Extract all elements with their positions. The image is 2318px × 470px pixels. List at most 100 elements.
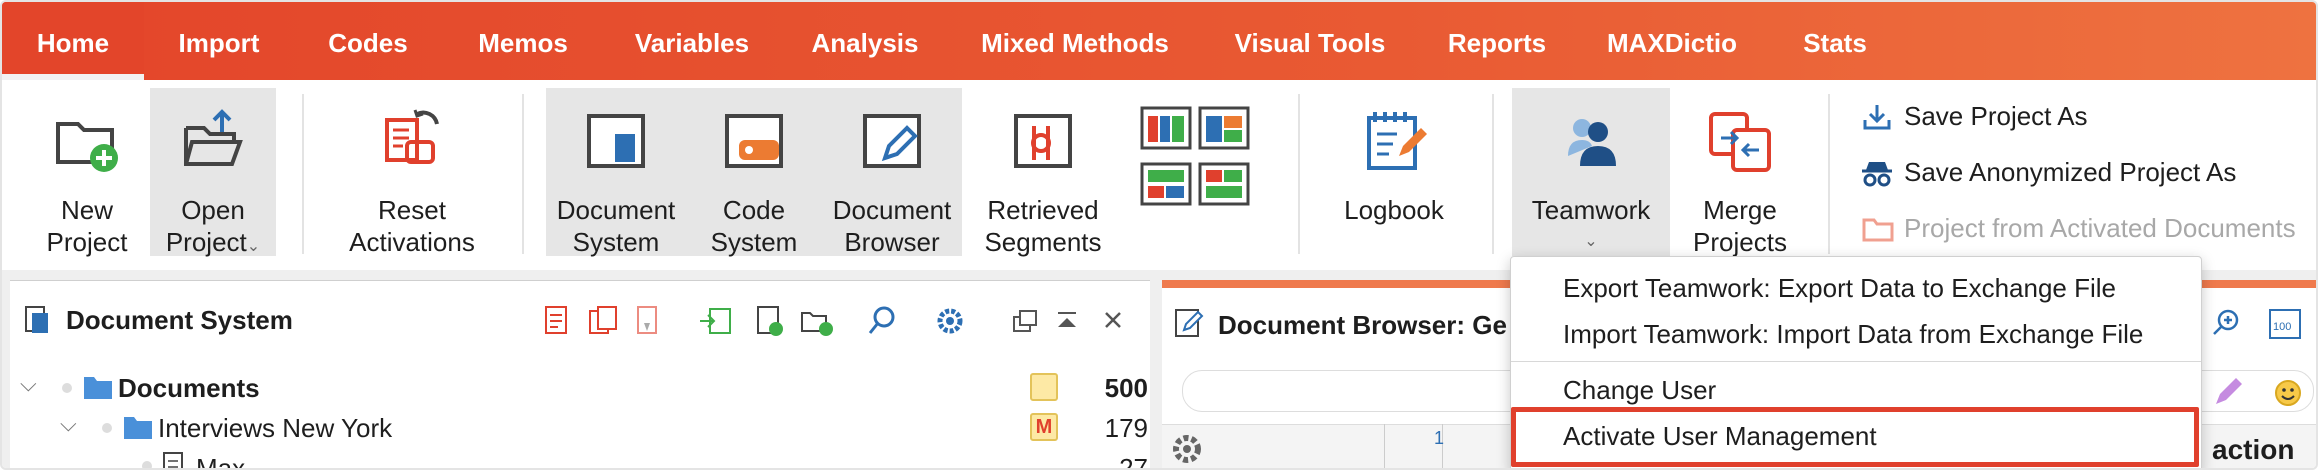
menu-item-change-user[interactable]: Change User <box>1563 375 1716 406</box>
document-browser-label-1: Document <box>832 195 952 225</box>
chevron-down-icon[interactable]: ⌵ <box>60 411 77 437</box>
highlighter-icon <box>2216 378 2242 404</box>
memo-icon[interactable] <box>1030 373 1058 401</box>
new-doc-group-icon <box>801 312 833 336</box>
document-system-toolbar <box>545 306 1121 336</box>
teamwork-button[interactable]: Teamwork ⌄ <box>1512 88 1670 256</box>
code-system-button[interactable]: Code System <box>686 88 822 257</box>
tab-home[interactable]: Home <box>2 2 144 80</box>
folder-icon <box>124 417 152 439</box>
status-dot <box>62 383 72 393</box>
merge-projects-label-1: Merge <box>1703 195 1777 225</box>
save-anonymized-label: Save Anonymized Project As <box>1904 157 2237 187</box>
retrieved-segments-label-1: Retrieved <box>987 195 1099 225</box>
open-project-button[interactable]: Open Project⌄ <box>150 88 276 257</box>
reset-activations-label-1: Reset <box>378 195 446 225</box>
app-window: Home Import Codes Memos Variables Analys… <box>0 0 2318 470</box>
ribbon-separator <box>1828 94 1830 254</box>
tab-reports[interactable]: Reports <box>1432 2 1562 80</box>
memo-icon[interactable]: M <box>1030 413 1058 441</box>
layout-1-icon <box>1140 106 1192 150</box>
highlight-box <box>1511 407 2199 467</box>
document-browser-icon <box>1175 309 1204 337</box>
layout-2-icon <box>1198 106 1250 150</box>
open-folder-icon <box>184 109 243 166</box>
new-doc-icon <box>757 306 783 336</box>
save-anonymized-button[interactable]: Save Anonymized Project As <box>1860 152 2300 192</box>
tab-codes[interactable]: Codes <box>306 2 430 80</box>
document-system-label-1: Document <box>556 195 676 225</box>
count-interviews: 179 <box>1104 413 1148 443</box>
reset-activations-label-2: Activations <box>349 227 475 257</box>
open-project-label-1: Open <box>181 195 245 225</box>
search-icon <box>868 306 895 334</box>
tree-row-interviews[interactable]: Interviews New York <box>158 413 392 444</box>
menu-item-export-teamwork[interactable]: Export Teamwork: Export Data to Exchange… <box>1563 273 2116 304</box>
project-from-activated-button[interactable]: Project from Activated Documents <box>1860 208 2310 248</box>
menu-divider <box>1511 361 2201 362</box>
document-browser-button[interactable]: Document Browser <box>822 88 962 257</box>
zoom-100-icon: 100 <box>2269 309 2301 339</box>
tab-analysis[interactable]: Analysis <box>794 2 936 80</box>
document-system-label-2: System <box>572 227 660 257</box>
logbook-icon <box>1367 112 1427 170</box>
project-from-activated-label: Project from Activated Documents <box>1904 213 2296 243</box>
zoom-in-icon <box>2213 309 2239 335</box>
retrieved-segments-icon <box>1014 114 1072 168</box>
tab-maxdictio[interactable]: MAXDictio <box>1592 2 1752 80</box>
retrieved-segments-button[interactable]: Retrieved Segments <box>968 88 1118 257</box>
anonymize-icon <box>1862 162 1892 187</box>
save-project-as-button[interactable]: Save Project As <box>1860 96 2300 136</box>
chevron-down-icon: ⌄ <box>1584 233 1598 250</box>
layout-3-icon <box>1140 162 1192 206</box>
new-project-button[interactable]: New Project <box>22 88 152 257</box>
text-fragment: action <box>2212 434 2295 465</box>
ribbon-separator <box>1298 94 1300 254</box>
gear-icon <box>937 308 963 334</box>
tab-import[interactable]: Import <box>154 2 284 80</box>
new-folder-icon <box>56 122 118 172</box>
retrieved-segments-label-2: Segments <box>984 227 1102 257</box>
collapse-icon <box>1058 312 1076 327</box>
chevron-down-icon: ⌄ <box>246 238 261 255</box>
tab-memos[interactable]: Memos <box>458 2 588 80</box>
reset-activations-button[interactable]: Reset Activations <box>322 88 502 257</box>
save-project-as-label: Save Project As <box>1904 101 2088 131</box>
ribbon-separator <box>1492 94 1494 254</box>
document-system-icon <box>25 306 48 333</box>
count-documents: 500 <box>1104 373 1148 403</box>
emoji-icon <box>2275 380 2301 406</box>
tree-row-max[interactable]: Max <box>196 453 245 468</box>
reset-activations-icon <box>385 109 439 164</box>
line-number: 1 <box>1434 428 1445 448</box>
folder-icon <box>84 377 112 399</box>
logbook-button[interactable]: Logbook <box>1318 88 1470 256</box>
tree-row-documents[interactable]: Documents <box>118 373 260 404</box>
count-max: 27 <box>1119 453 1148 470</box>
svg-text:100: 100 <box>2273 321 2291 333</box>
ribbon-separator <box>522 94 524 254</box>
new-project-label-1: New <box>60 195 113 225</box>
code-system-label-1: Code <box>722 195 786 225</box>
document-browser-label-2: Browser <box>844 227 940 257</box>
close-icon <box>1105 312 1121 328</box>
gear-icon[interactable] <box>1170 432 1204 466</box>
merge-projects-label-2: Projects <box>1693 227 1787 257</box>
document-system-button[interactable]: Document System <box>546 88 686 257</box>
filter-docs-icon <box>637 306 657 334</box>
chevron-down-icon[interactable]: ⌵ <box>20 371 37 397</box>
menu-item-import-teamwork[interactable]: Import Teamwork: Import Data from Exchan… <box>1563 319 2143 350</box>
browser-toolbar: 100 <box>2213 309 2301 339</box>
open-project-label-2: Project <box>165 227 247 257</box>
merge-projects-button[interactable]: Merge Projects <box>1670 88 1810 257</box>
menu-bar: Home Import Codes Memos Variables Analys… <box>2 2 2316 80</box>
document-icon <box>163 452 183 468</box>
document-system-panel: Document System ⌵ Documents ⌵ Interviews… <box>10 280 1150 470</box>
layout-4-icon <box>1198 162 1250 206</box>
tab-visual-tools[interactable]: Visual Tools <box>1212 2 1408 80</box>
tab-mixed-methods[interactable]: Mixed Methods <box>962 2 1188 80</box>
tab-stats[interactable]: Stats <box>1780 2 1890 80</box>
ribbon-separator <box>302 94 304 254</box>
tab-variables[interactable]: Variables <box>616 2 768 80</box>
logbook-label: Logbook <box>1344 195 1444 225</box>
